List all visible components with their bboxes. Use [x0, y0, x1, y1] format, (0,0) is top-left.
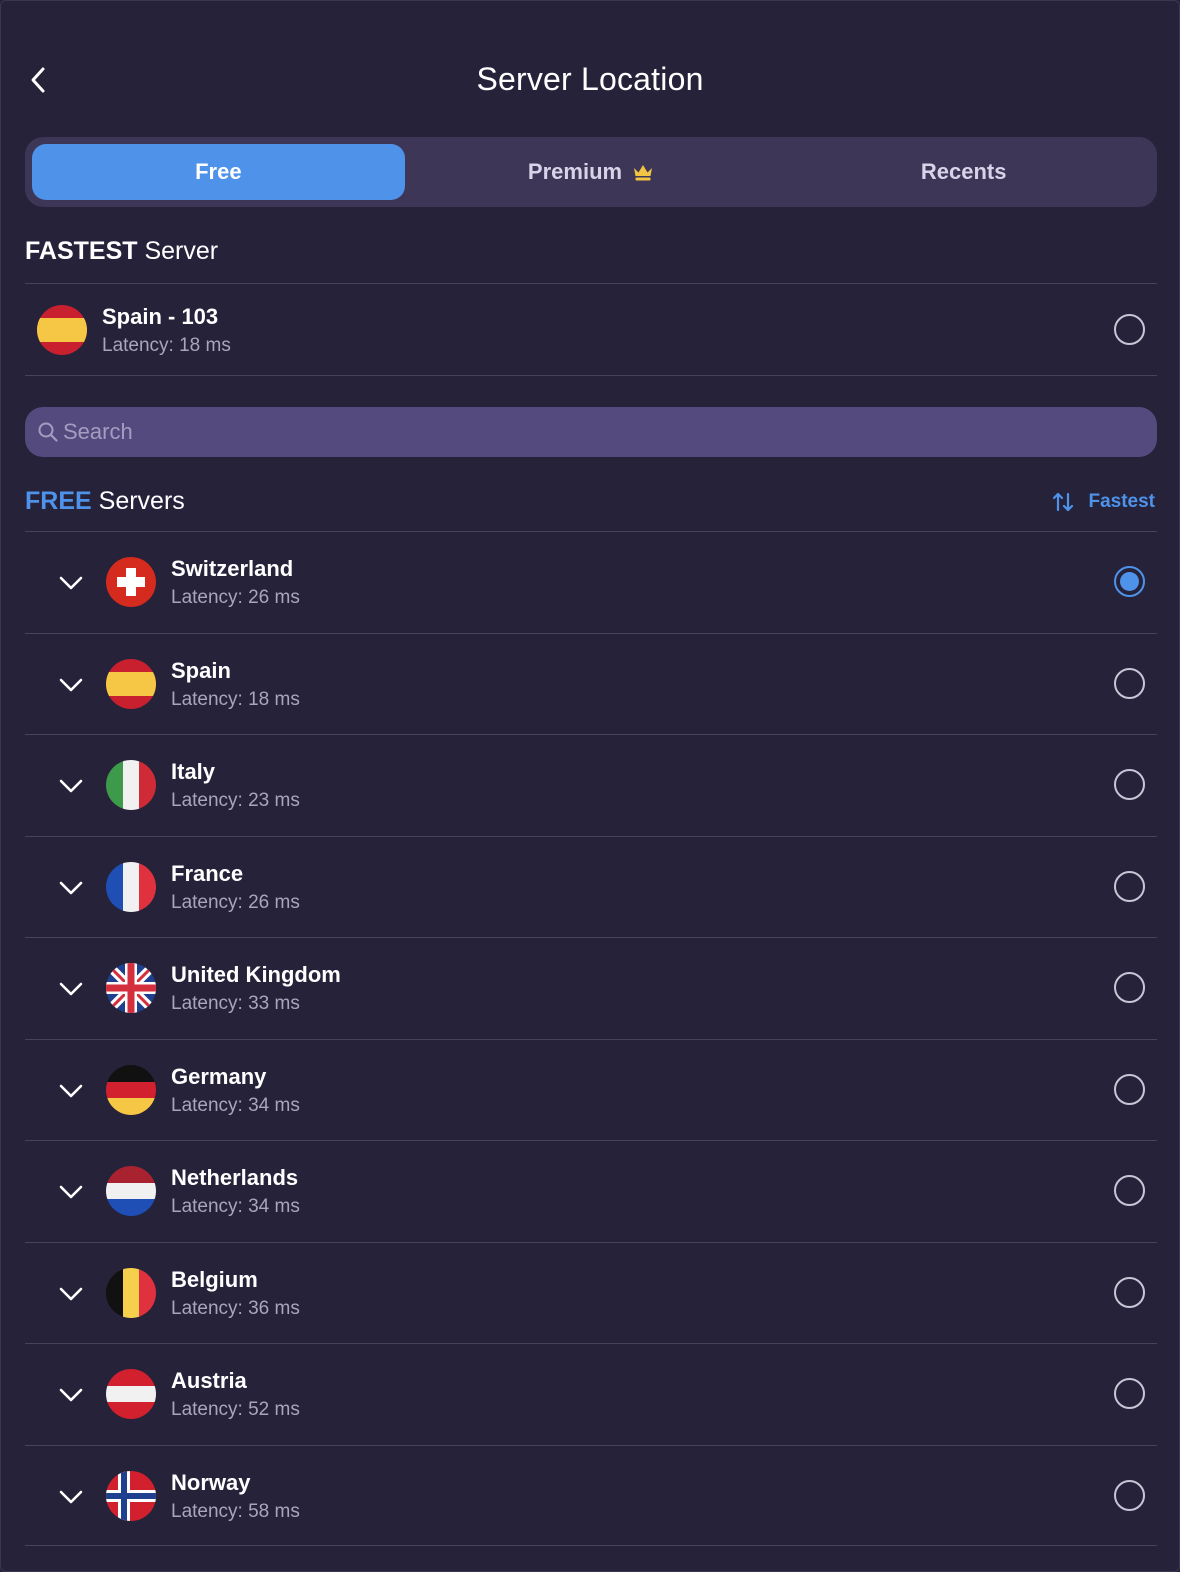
chevron-down-icon[interactable] — [57, 974, 85, 1002]
server-latency: Latency: 18 ms — [171, 688, 300, 710]
netherlands-flag-icon — [106, 1166, 156, 1216]
server-name: France — [171, 860, 244, 886]
server-radio[interactable] — [1114, 566, 1145, 597]
server-radio[interactable] — [1114, 769, 1145, 800]
divider — [25, 283, 1157, 284]
chevron-down-icon[interactable] — [57, 568, 85, 596]
belgium-flag-icon — [106, 1267, 156, 1318]
server-name: Belgium — [171, 1266, 258, 1292]
spain-flag-icon — [37, 305, 87, 355]
server-latency: Latency: 58 ms — [171, 1500, 300, 1522]
crown-icon — [634, 165, 653, 181]
search-bar[interactable] — [25, 407, 1157, 457]
server-latency: Latency: 23 ms — [171, 790, 300, 811]
page-title: Server Location — [476, 61, 704, 97]
server-row-united-kingdom[interactable]: United Kingdom Latency: 33 ms — [25, 937, 1157, 1039]
server-radio[interactable] — [1114, 1276, 1145, 1308]
free-heading-rest: Servers — [98, 487, 185, 515]
server-latency: Latency: 26 ms — [171, 587, 300, 608]
fastest-server-latency: Latency: 18 ms — [102, 335, 231, 356]
server-radio[interactable] — [1114, 667, 1145, 699]
search-icon — [38, 422, 58, 442]
chevron-down-icon[interactable] — [57, 1076, 85, 1104]
spain-flag-icon — [106, 658, 156, 709]
germany-flag-icon — [106, 1064, 156, 1115]
chevron-down-icon[interactable] — [57, 670, 85, 698]
free-servers-heading: FREE Servers — [25, 487, 185, 516]
fastest-server-radio[interactable] — [1114, 314, 1145, 345]
chevron-down-icon[interactable] — [57, 873, 85, 901]
server-row-spain[interactable]: Spain Latency: 18 ms — [25, 632, 1157, 735]
server-name: Switzerland — [171, 556, 294, 581]
server-name: United Kingdom — [171, 962, 341, 987]
server-latency: Latency: 34 ms — [171, 1196, 300, 1217]
uk-flag-icon — [106, 963, 156, 1013]
server-radio[interactable] — [1114, 972, 1145, 1003]
server-name: Italy — [171, 759, 216, 784]
chevron-down-icon[interactable] — [57, 1380, 85, 1408]
server-latency: Latency: 33 ms — [171, 993, 300, 1014]
server-latency: Latency: 26 ms — [171, 891, 300, 913]
server-row-france[interactable]: France Latency: 26 ms — [25, 835, 1157, 938]
tab-bar: Free Premium Recents — [25, 137, 1157, 207]
switzerland-flag-icon — [106, 557, 156, 607]
server-name: Netherlands — [171, 1165, 299, 1190]
fastest-heading-bold: FASTEST — [25, 237, 138, 265]
austria-flag-icon — [106, 1369, 156, 1419]
fastest-server-name: Spain - 103 — [102, 304, 219, 329]
server-row-italy[interactable]: Italy Latency: 23 ms — [25, 734, 1157, 836]
server-row-belgium[interactable]: Belgium Latency: 36 ms — [25, 1241, 1157, 1344]
server-radio[interactable] — [1114, 1073, 1145, 1105]
fastest-heading-rest: Server — [144, 237, 219, 265]
tab-recents-label: Recents — [920, 159, 1007, 184]
france-flag-icon — [106, 861, 156, 912]
free-server-list: Switzerland Latency: 26 ms Spain Latency… — [25, 531, 1157, 1546]
chevron-down-icon[interactable] — [57, 1177, 85, 1205]
server-radio[interactable] — [1114, 1479, 1145, 1511]
server-radio[interactable] — [1114, 870, 1145, 902]
server-location-screen: Server Location Free Premium Recents FAS… — [0, 0, 1180, 1572]
tab-premium-label: Premium — [527, 159, 623, 184]
sort-button[interactable]: Fastest — [1052, 491, 1155, 513]
search-input[interactable] — [63, 419, 1143, 445]
server-row-austria[interactable]: Austria Latency: 52 ms — [25, 1343, 1157, 1445]
fastest-server-heading: FASTEST Server — [25, 237, 218, 266]
fastest-server-row[interactable]: Spain - 103 Latency: 18 ms — [25, 285, 1157, 375]
server-radio[interactable] — [1114, 1175, 1145, 1206]
sort-icon — [1053, 492, 1074, 512]
server-name: Norway — [171, 1469, 251, 1495]
chevron-down-icon[interactable] — [57, 1482, 85, 1510]
chevron-down-icon[interactable] — [57, 771, 85, 799]
server-name: Spain — [171, 657, 231, 683]
server-name: Austria — [171, 1368, 247, 1393]
chevron-down-icon[interactable] — [57, 1279, 85, 1307]
header: Server Location — [1, 49, 1179, 111]
tab-free-label: Free — [195, 159, 242, 184]
sort-label: Fastest — [1088, 491, 1155, 512]
divider — [25, 375, 1157, 376]
server-latency: Latency: 52 ms — [171, 1399, 300, 1420]
norway-flag-icon — [106, 1470, 156, 1521]
italy-flag-icon — [106, 760, 156, 810]
server-row-netherlands[interactable]: Netherlands Latency: 34 ms — [25, 1140, 1157, 1242]
tab-free[interactable]: Free — [32, 144, 405, 200]
tab-premium[interactable]: Premium — [405, 144, 778, 200]
server-row-germany[interactable]: Germany Latency: 34 ms — [25, 1038, 1157, 1141]
server-name: Germany — [171, 1063, 267, 1089]
server-latency: Latency: 34 ms — [171, 1094, 300, 1116]
server-row-switzerland[interactable]: Switzerland Latency: 26 ms — [25, 531, 1157, 633]
server-latency: Latency: 36 ms — [171, 1297, 300, 1319]
server-radio[interactable] — [1114, 1378, 1145, 1409]
tab-recents[interactable]: Recents — [777, 144, 1150, 200]
server-row-norway[interactable]: Norway Latency: 58 ms — [25, 1444, 1157, 1546]
free-heading-bold: FREE — [25, 487, 92, 515]
